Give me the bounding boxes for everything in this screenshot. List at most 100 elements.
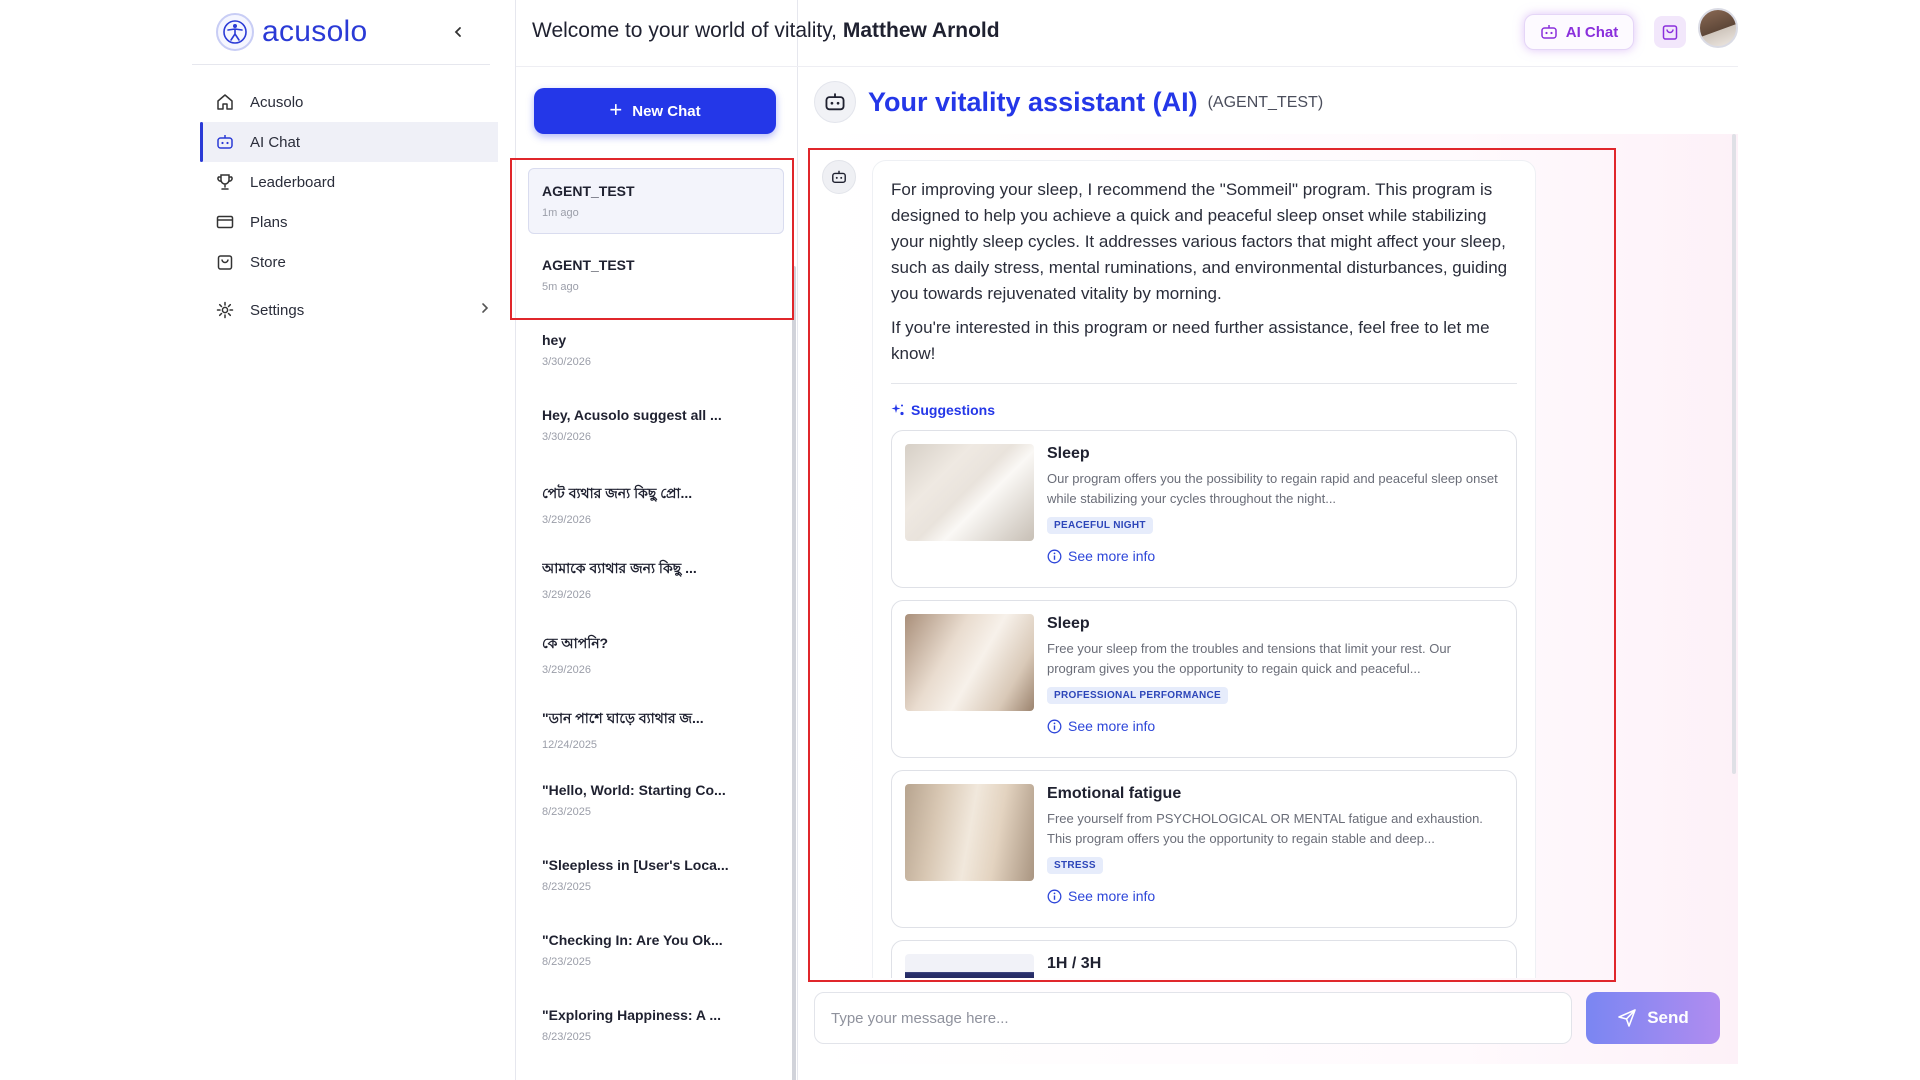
info-icon bbox=[1047, 549, 1062, 564]
bag-icon bbox=[214, 251, 236, 273]
chat-history-item[interactable]: আমাকে ব্যাথার জন্য কিছু ... 3/29/2026 bbox=[528, 542, 784, 617]
new-chat-button[interactable]: + New Chat bbox=[534, 88, 776, 134]
chat-history-title: "Hello, World: Starting Co... bbox=[542, 782, 726, 798]
scrollbar[interactable] bbox=[1732, 134, 1736, 774]
chat-history-title: AGENT_TEST bbox=[542, 257, 635, 273]
card-icon bbox=[214, 211, 236, 233]
ai-chat-button[interactable]: AI Chat bbox=[1524, 14, 1634, 50]
message-paragraph: For improving your sleep, I recommend th… bbox=[891, 180, 1508, 303]
send-button[interactable]: Send bbox=[1586, 992, 1720, 1044]
suggestion-badge: PROFESSIONAL PERFORMANCE bbox=[1047, 687, 1229, 704]
divider bbox=[192, 64, 490, 65]
sidebar: acusolo Acusolo AI Chat Leaderboard Plan… bbox=[192, 0, 514, 1080]
sidebar-item-settings[interactable]: Settings bbox=[200, 290, 498, 330]
chat-history-item[interactable]: পেট ব্যথার জন্য কিছু প্রো... 3/29/2026 bbox=[528, 467, 784, 542]
plus-icon: + bbox=[609, 96, 623, 122]
sparkle-icon bbox=[891, 403, 905, 417]
chat-history-title: "Checking In: Are You Ok... bbox=[542, 932, 723, 948]
send-icon bbox=[1617, 1008, 1637, 1028]
brand[interactable]: acusolo bbox=[216, 12, 368, 52]
sidebar-item-store[interactable]: Store bbox=[200, 242, 498, 282]
message-input[interactable] bbox=[814, 992, 1572, 1044]
suggestion-card[interactable]: Sleep Our program offers you the possibi… bbox=[891, 430, 1517, 588]
info-icon bbox=[1047, 889, 1062, 904]
sidebar-item-label: Store bbox=[250, 253, 286, 271]
chat-messages: For improving your sleep, I recommend th… bbox=[798, 134, 1738, 978]
assistant-tag: (AGENT_TEST) bbox=[1207, 94, 1324, 111]
welcome-text: Welcome to your world of vitality, bbox=[532, 19, 837, 42]
collapse-sidebar-button[interactable] bbox=[444, 18, 472, 46]
chat-history-item[interactable]: কে আপনি? 3/29/2026 bbox=[528, 617, 784, 692]
chat-history-time: 8/23/2025 bbox=[542, 1031, 591, 1043]
assistant-header: Your vitality assistant (AI) (AGENT_TEST… bbox=[814, 80, 1323, 124]
suggestion-card[interactable]: Sleep Free your sleep from the troubles … bbox=[891, 600, 1517, 758]
sidebar-item-label: Acusolo bbox=[250, 93, 304, 111]
acusolo-logo-icon bbox=[216, 13, 254, 51]
message-paragraph: If you're interested in this program or … bbox=[891, 318, 1490, 363]
chat-history-time: 1m ago bbox=[542, 207, 579, 219]
cart-button[interactable] bbox=[1654, 16, 1686, 48]
chat-history-item[interactable]: AGENT_TEST 5m ago bbox=[528, 242, 784, 317]
sidebar-nav: Acusolo AI Chat Leaderboard Plans Store bbox=[200, 82, 498, 330]
chat-history-title: কে আপনি? bbox=[542, 635, 609, 651]
suggestion-title: Emotional fatigue bbox=[1047, 785, 1182, 802]
robot-icon bbox=[1540, 23, 1558, 41]
robot-icon bbox=[814, 81, 856, 123]
see-more-link[interactable]: See more info bbox=[1047, 718, 1502, 734]
bot-avatar-icon bbox=[822, 160, 856, 194]
page-title: Welcome to your world of vitality, Matth… bbox=[532, 19, 1000, 43]
bag-icon bbox=[1662, 25, 1678, 40]
suggestion-title: Sleep bbox=[1047, 615, 1090, 632]
chat-history-item[interactable]: "Sleepless in [User's Loca... 8/23/2025 bbox=[528, 842, 784, 917]
suggestion-card[interactable]: Emotional fatigue Free yourself from PSY… bbox=[891, 770, 1517, 928]
chat-history-title: আমাকে ব্যাথার জন্য কিছু ... bbox=[542, 560, 697, 576]
trophy-icon bbox=[214, 171, 236, 193]
suggestion-description: Our program offers you the possibility t… bbox=[1047, 471, 1498, 506]
chat-history-item[interactable]: "Hello, World: Starting Co... 8/23/2025 bbox=[528, 767, 784, 842]
info-icon bbox=[1047, 719, 1062, 734]
scrollbar[interactable] bbox=[792, 266, 796, 1080]
sidebar-item-label: AI Chat bbox=[250, 133, 301, 151]
sidebar-item-label: Plans bbox=[250, 213, 288, 231]
chat-history-title: পেট ব্যথার জন্য কিছু প্রো... bbox=[542, 485, 693, 501]
chat-history-item[interactable]: AGENT_TEST 1m ago bbox=[528, 168, 784, 234]
avatar[interactable] bbox=[1698, 8, 1738, 48]
chat-history-time: 3/29/2026 bbox=[542, 664, 591, 676]
chat-history-item[interactable]: "Exploring Happiness: A ... 8/23/2025 bbox=[528, 992, 784, 1067]
divider bbox=[891, 383, 1517, 384]
suggestion-badge: STRESS bbox=[1047, 857, 1103, 874]
chat-history-item[interactable]: hey 3/30/2026 bbox=[528, 317, 784, 392]
chevron-right-icon bbox=[482, 303, 489, 313]
see-more-link[interactable]: See more info bbox=[1047, 888, 1502, 904]
assistant-title: Your vitality assistant (AI) bbox=[868, 86, 1198, 117]
suggestion-badge: PEACEFUL NIGHT bbox=[1047, 517, 1153, 534]
suggestions-header: Suggestions bbox=[891, 402, 1517, 418]
sidebar-item-acusolo[interactable]: Acusolo bbox=[200, 82, 498, 122]
program-image bbox=[905, 614, 1034, 711]
gear-icon bbox=[214, 299, 236, 321]
chat-history: + New Chat AGENT_TEST 1m ago AGENT_TEST 5m … bbox=[516, 66, 796, 1080]
program-image bbox=[905, 784, 1034, 881]
sidebar-item-ai-chat[interactable]: AI Chat bbox=[200, 122, 498, 162]
chat-history-item[interactable]: "Checking In: Are You Ok... 8/23/2025 bbox=[528, 917, 784, 992]
suggestion-title: 1H / 3H bbox=[1047, 955, 1102, 972]
chat-history-title: "Sleepless in [User's Loca... bbox=[542, 857, 729, 873]
ai-chat-label: AI Chat bbox=[1565, 23, 1619, 41]
sidebar-item-leaderboard[interactable]: Leaderboard bbox=[200, 162, 498, 202]
suggestion-card[interactable]: 1H / 3H bbox=[891, 940, 1517, 978]
sidebar-item-plans[interactable]: Plans bbox=[200, 202, 498, 242]
sidebar-item-label: Settings bbox=[250, 301, 305, 319]
chat-history-time: 3/29/2026 bbox=[542, 514, 591, 526]
brand-name: acusolo bbox=[262, 15, 368, 48]
see-more-label: See more info bbox=[1068, 718, 1156, 734]
program-image bbox=[905, 444, 1034, 541]
assistant-message: For improving your sleep, I recommend th… bbox=[872, 160, 1536, 978]
chevron-left-icon bbox=[454, 27, 461, 37]
chat-history-time: 12/24/2025 bbox=[542, 739, 598, 751]
chat-history-item[interactable]: Hey, Acusolo suggest all ... 3/30/2026 bbox=[528, 392, 784, 467]
new-chat-label: New Chat bbox=[632, 102, 701, 120]
chat-history-title: hey bbox=[542, 332, 567, 348]
see-more-link[interactable]: See more info bbox=[1047, 548, 1502, 564]
chat-history-item[interactable]: "ডান পাশে ঘাড়ে ব্যাথার জ... 12/24/2025 bbox=[528, 692, 784, 767]
chat-history-time: 3/30/2026 bbox=[542, 431, 591, 443]
